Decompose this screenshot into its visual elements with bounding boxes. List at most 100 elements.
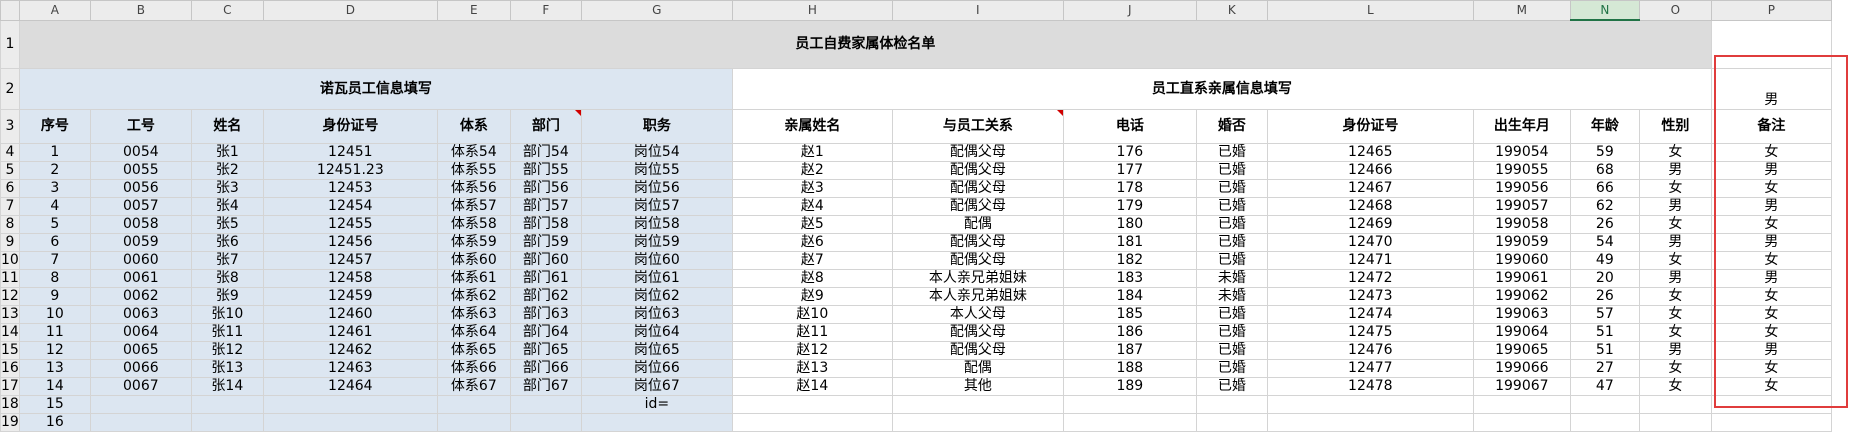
cell-L8[interactable]: 12469: [1266, 215, 1474, 234]
cell-B13[interactable]: 0063: [89, 305, 192, 324]
header-cell-M[interactable]: 出生年月: [1472, 109, 1571, 144]
cell-K5[interactable]: 已婚: [1195, 161, 1268, 180]
cell-O15[interactable]: 男: [1638, 341, 1712, 360]
row-header-4[interactable]: 4: [0, 143, 20, 162]
cell-O8[interactable]: 女: [1638, 215, 1712, 234]
header-cell-F[interactable]: 部门: [509, 109, 582, 144]
cell-N9[interactable]: 54: [1569, 233, 1640, 252]
cell-E6[interactable]: 体系56: [436, 179, 511, 198]
cell-E15[interactable]: 体系65: [436, 341, 511, 360]
cell-G7[interactable]: 岗位57: [580, 197, 733, 216]
cell-L7[interactable]: 12468: [1266, 197, 1474, 216]
cell-J17[interactable]: 189: [1062, 377, 1197, 396]
cell-D9[interactable]: 12456: [262, 233, 438, 252]
sheet-grid[interactable]: ABCDEFGHIJKLMNOP 1 员工自费家属体检名单 2 诺瓦员工信息填写…: [0, 0, 1832, 432]
cell-I11[interactable]: 本人亲兄弟姐妹: [891, 269, 1064, 288]
cell-E9[interactable]: 体系59: [436, 233, 511, 252]
row-header-13[interactable]: 13: [0, 305, 20, 324]
cell-P5[interactable]: 男: [1710, 161, 1832, 180]
cell-J14[interactable]: 186: [1062, 323, 1197, 342]
cell-D14[interactable]: 12461: [262, 323, 438, 342]
row-header-5[interactable]: 5: [0, 161, 20, 180]
cell-L4[interactable]: 12465: [1266, 143, 1474, 162]
cell-B12[interactable]: 0062: [89, 287, 192, 306]
cell-A9[interactable]: 6: [18, 233, 91, 252]
cell-J5[interactable]: 177: [1062, 161, 1197, 180]
cell-G13[interactable]: 岗位63: [580, 305, 733, 324]
cell-J12[interactable]: 184: [1062, 287, 1197, 306]
cell-E7[interactable]: 体系57: [436, 197, 511, 216]
spreadsheet[interactable]: ABCDEFGHIJKLMNOP 1 员工自费家属体检名单 2 诺瓦员工信息填写…: [0, 0, 1854, 435]
cell-C5[interactable]: 张2: [190, 161, 264, 180]
cell-D19[interactable]: [262, 413, 438, 432]
cell-G8[interactable]: 岗位58: [580, 215, 733, 234]
cell-D11[interactable]: 12458: [262, 269, 438, 288]
cell-M7[interactable]: 199057: [1472, 197, 1571, 216]
cell-F8[interactable]: 部门58: [509, 215, 582, 234]
header-cell-J[interactable]: 电话: [1062, 109, 1197, 144]
cell-I6[interactable]: 配偶父母: [891, 179, 1064, 198]
cell-O16[interactable]: 女: [1638, 359, 1712, 378]
cell-N10[interactable]: 49: [1569, 251, 1640, 270]
cell-E14[interactable]: 体系64: [436, 323, 511, 342]
column-header-N[interactable]: N: [1569, 0, 1640, 21]
cell-N14[interactable]: 51: [1569, 323, 1640, 342]
cell-H6[interactable]: 赵3: [731, 179, 893, 198]
cell-C17[interactable]: 张14: [190, 377, 264, 396]
cell-D10[interactable]: 12457: [262, 251, 438, 270]
cell-B10[interactable]: 0060: [89, 251, 192, 270]
cell-P15[interactable]: 男: [1710, 341, 1832, 360]
cell-P2[interactable]: 男: [1710, 68, 1832, 110]
column-header-A[interactable]: A: [18, 0, 91, 21]
cell-L17[interactable]: 12478: [1266, 377, 1474, 396]
row-header-8[interactable]: 8: [0, 215, 20, 234]
cell-O7[interactable]: 男: [1638, 197, 1712, 216]
cell-A16[interactable]: 13: [18, 359, 91, 378]
cell-O5[interactable]: 男: [1638, 161, 1712, 180]
cell-P16[interactable]: 女: [1710, 359, 1832, 378]
cell-F14[interactable]: 部门64: [509, 323, 582, 342]
row-header-15[interactable]: 15: [0, 341, 20, 360]
cell-C12[interactable]: 张9: [190, 287, 264, 306]
cell-P6[interactable]: 女: [1710, 179, 1832, 198]
cell-O10[interactable]: 女: [1638, 251, 1712, 270]
cell-H8[interactable]: 赵5: [731, 215, 893, 234]
cell-L12[interactable]: 12473: [1266, 287, 1474, 306]
cell-F16[interactable]: 部门66: [509, 359, 582, 378]
cell-L9[interactable]: 12470: [1266, 233, 1474, 252]
cell-B11[interactable]: 0061: [89, 269, 192, 288]
cell-A13[interactable]: 10: [18, 305, 91, 324]
cell-A7[interactable]: 4: [18, 197, 91, 216]
cell-I9[interactable]: 配偶父母: [891, 233, 1064, 252]
cell-P14[interactable]: 女: [1710, 323, 1832, 342]
cell-K16[interactable]: 已婚: [1195, 359, 1268, 378]
cell-M8[interactable]: 199058: [1472, 215, 1571, 234]
cell-H17[interactable]: 赵14: [731, 377, 893, 396]
cell-D17[interactable]: 12464: [262, 377, 438, 396]
cell-G18[interactable]: id=: [580, 395, 733, 414]
cell-G6[interactable]: 岗位56: [580, 179, 733, 198]
cell-P11[interactable]: 男: [1710, 269, 1832, 288]
cell-L10[interactable]: 12471: [1266, 251, 1474, 270]
column-header-D[interactable]: D: [262, 0, 438, 21]
cell-L15[interactable]: 12476: [1266, 341, 1474, 360]
cell-B6[interactable]: 0056: [89, 179, 192, 198]
cell-M4[interactable]: 199054: [1472, 143, 1571, 162]
cell-G17[interactable]: 岗位67: [580, 377, 733, 396]
row-header-14[interactable]: 14: [0, 323, 20, 342]
column-header-J[interactable]: J: [1062, 0, 1197, 21]
sheet-title[interactable]: 员工自费家属体检名单: [18, 19, 1712, 69]
cell-E16[interactable]: 体系66: [436, 359, 511, 378]
cell-E4[interactable]: 体系54: [436, 143, 511, 162]
cell-I7[interactable]: 配偶父母: [891, 197, 1064, 216]
cell-F4[interactable]: 部门54: [509, 143, 582, 162]
cell-F13[interactable]: 部门63: [509, 305, 582, 324]
cell-I10[interactable]: 配偶父母: [891, 251, 1064, 270]
cell-A4[interactable]: 1: [18, 143, 91, 162]
cell-L18[interactable]: [1266, 395, 1474, 414]
cell-J7[interactable]: 179: [1062, 197, 1197, 216]
cell-N6[interactable]: 66: [1569, 179, 1640, 198]
cell-B17[interactable]: 0067: [89, 377, 192, 396]
cell-D16[interactable]: 12463: [262, 359, 438, 378]
header-cell-C[interactable]: 姓名: [190, 109, 264, 144]
